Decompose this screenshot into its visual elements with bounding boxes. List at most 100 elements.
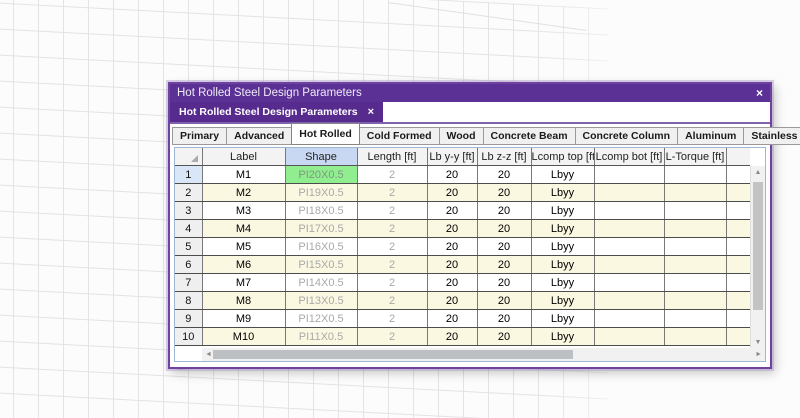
table-row-9[interactable]: 9M9PI12X0.522020Lbyy <box>175 310 750 328</box>
cell-lcomp_bot-10[interactable] <box>594 328 664 346</box>
cell-length-5[interactable]: 2 <box>357 238 427 256</box>
table-row-2[interactable]: 2M2PI19X0.522020Lbyy <box>175 184 750 202</box>
tab-hot-rolled[interactable]: Hot Rolled <box>291 123 360 145</box>
cell-l_torque-6[interactable] <box>664 256 726 274</box>
cell-lb_yy-9[interactable]: 20 <box>427 310 477 328</box>
table-row-10[interactable]: 10M10PI11X0.522020Lbyy <box>175 328 750 346</box>
cell-shape-4[interactable]: PI17X0.5 <box>285 220 357 238</box>
row-number[interactable]: 10 <box>175 328 202 346</box>
table-row-6[interactable]: 6M6PI15X0.522020Lbyy <box>175 256 750 274</box>
col-header-length[interactable]: Length [ft] <box>357 148 427 166</box>
cell-lb_yy-2[interactable]: 20 <box>427 184 477 202</box>
cell-lb_yy-5[interactable]: 20 <box>427 238 477 256</box>
cell-lcomp_top-7[interactable]: Lbyy <box>531 274 594 292</box>
cell-lcomp_top-5[interactable]: Lbyy <box>531 238 594 256</box>
tab-stainless[interactable]: Stainless <box>743 127 800 145</box>
document-tab[interactable]: Hot Rolled Steel Design Parameters × <box>170 102 383 122</box>
cell-l_torque-1[interactable] <box>664 166 726 184</box>
cell-lcomp_top-8[interactable]: Lbyy <box>531 292 594 310</box>
col-header-lb_yy[interactable]: Lb y-y [ft] <box>427 148 477 166</box>
row-number[interactable]: 7 <box>175 274 202 292</box>
cell-l_torque-9[interactable] <box>664 310 726 328</box>
cell-lb_yy-6[interactable]: 20 <box>427 256 477 274</box>
row-number[interactable]: 9 <box>175 310 202 328</box>
cell-lcomp_top-6[interactable]: Lbyy <box>531 256 594 274</box>
col-header-lb_zz[interactable]: Lb z-z [ft] <box>477 148 531 166</box>
cell-shape-2[interactable]: PI19X0.5 <box>285 184 357 202</box>
cell-length-10[interactable]: 2 <box>357 328 427 346</box>
cell-l_torque-10[interactable] <box>664 328 726 346</box>
horizontal-scroll-thumb[interactable] <box>213 350 573 359</box>
cell-shape-7[interactable]: PI14X0.5 <box>285 274 357 292</box>
cell-lcomp_top-10[interactable]: Lbyy <box>531 328 594 346</box>
cell-lcomp_top-2[interactable]: Lbyy <box>531 184 594 202</box>
scroll-down-icon[interactable]: ▼ <box>751 336 765 348</box>
cell-length-6[interactable]: 2 <box>357 256 427 274</box>
vertical-scrollbar[interactable]: ▲ ▼ <box>750 166 765 348</box>
cell-label-9[interactable]: M9 <box>202 310 285 328</box>
col-header-l_torque[interactable]: L-Torque [ft] <box>664 148 726 166</box>
table-row-4[interactable]: 4M4PI17X0.522020Lbyy <box>175 220 750 238</box>
cell-length-9[interactable]: 2 <box>357 310 427 328</box>
cell-lcomp_bot-3[interactable] <box>594 202 664 220</box>
cell-shape-6[interactable]: PI15X0.5 <box>285 256 357 274</box>
cell-lb_yy-4[interactable]: 20 <box>427 220 477 238</box>
cell-shape-3[interactable]: PI18X0.5 <box>285 202 357 220</box>
cell-lb_yy-10[interactable]: 20 <box>427 328 477 346</box>
cell-shape-1[interactable]: PI20X0.5 <box>285 166 357 184</box>
cell-shape-5[interactable]: PI16X0.5 <box>285 238 357 256</box>
dialog-title-bar[interactable]: Hot Rolled Steel Design Parameters × <box>170 84 770 102</box>
cell-lb_yy-8[interactable]: 20 <box>427 292 477 310</box>
cell-lb_yy-1[interactable]: 20 <box>427 166 477 184</box>
tab-concrete-column[interactable]: Concrete Column <box>575 127 679 145</box>
col-header-label[interactable]: Label <box>202 148 285 166</box>
cell-lcomp_bot-2[interactable] <box>594 184 664 202</box>
cell-lcomp_top-1[interactable]: Lbyy <box>531 166 594 184</box>
table-row-7[interactable]: 7M7PI14X0.522020Lbyy <box>175 274 750 292</box>
tab-wood[interactable]: Wood <box>439 127 484 145</box>
row-number[interactable]: 8 <box>175 292 202 310</box>
col-header-lcomp_top[interactable]: Lcomp top [ft] <box>531 148 594 166</box>
cell-lb_zz-5[interactable]: 20 <box>477 238 531 256</box>
cell-length-7[interactable]: 2 <box>357 274 427 292</box>
tab-advanced[interactable]: Advanced <box>226 127 292 145</box>
row-number[interactable]: 5 <box>175 238 202 256</box>
col-header-lcomp_bot[interactable]: Lcomp bot [ft] <box>594 148 664 166</box>
cell-lb_zz-6[interactable]: 20 <box>477 256 531 274</box>
scroll-right-icon[interactable]: ► <box>755 351 762 358</box>
cell-lcomp_bot-9[interactable] <box>594 310 664 328</box>
row-number[interactable]: 4 <box>175 220 202 238</box>
close-icon[interactable]: × <box>756 87 763 99</box>
cell-lcomp_bot-7[interactable] <box>594 274 664 292</box>
cell-label-6[interactable]: M6 <box>202 256 285 274</box>
cell-l_torque-4[interactable] <box>664 220 726 238</box>
cell-lb_yy-3[interactable]: 20 <box>427 202 477 220</box>
tab-aluminum[interactable]: Aluminum <box>677 127 744 145</box>
cell-label-3[interactable]: M3 <box>202 202 285 220</box>
cell-lb_zz-2[interactable]: 20 <box>477 184 531 202</box>
cell-l_torque-5[interactable] <box>664 238 726 256</box>
pole-3d[interactable] <box>0 0 160 418</box>
cell-shape-8[interactable]: PI13X0.5 <box>285 292 357 310</box>
cell-lcomp_bot-4[interactable] <box>594 220 664 238</box>
cell-length-3[interactable]: 2 <box>357 202 427 220</box>
cell-l_torque-2[interactable] <box>664 184 726 202</box>
table-row-8[interactable]: 8M8PI13X0.522020Lbyy <box>175 292 750 310</box>
cell-lcomp_bot-5[interactable] <box>594 238 664 256</box>
cell-lb_zz-3[interactable]: 20 <box>477 202 531 220</box>
document-tab-close-icon[interactable]: × <box>368 106 374 118</box>
cell-length-4[interactable]: 2 <box>357 220 427 238</box>
col-header-shape[interactable]: Shape <box>285 148 357 166</box>
cell-lcomp_bot-8[interactable] <box>594 292 664 310</box>
table-row-1[interactable]: 1M1PI20X0.522020Lbyy <box>175 166 750 184</box>
cell-label-8[interactable]: M8 <box>202 292 285 310</box>
row-number[interactable]: 1 <box>175 166 202 184</box>
cell-lcomp_bot-1[interactable] <box>594 166 664 184</box>
cell-label-2[interactable]: M2 <box>202 184 285 202</box>
cell-shape-9[interactable]: PI12X0.5 <box>285 310 357 328</box>
cell-label-5[interactable]: M5 <box>202 238 285 256</box>
cell-lb_zz-10[interactable]: 20 <box>477 328 531 346</box>
cell-shape-10[interactable]: PI11X0.5 <box>285 328 357 346</box>
cell-label-10[interactable]: M10 <box>202 328 285 346</box>
cell-lb_zz-4[interactable]: 20 <box>477 220 531 238</box>
